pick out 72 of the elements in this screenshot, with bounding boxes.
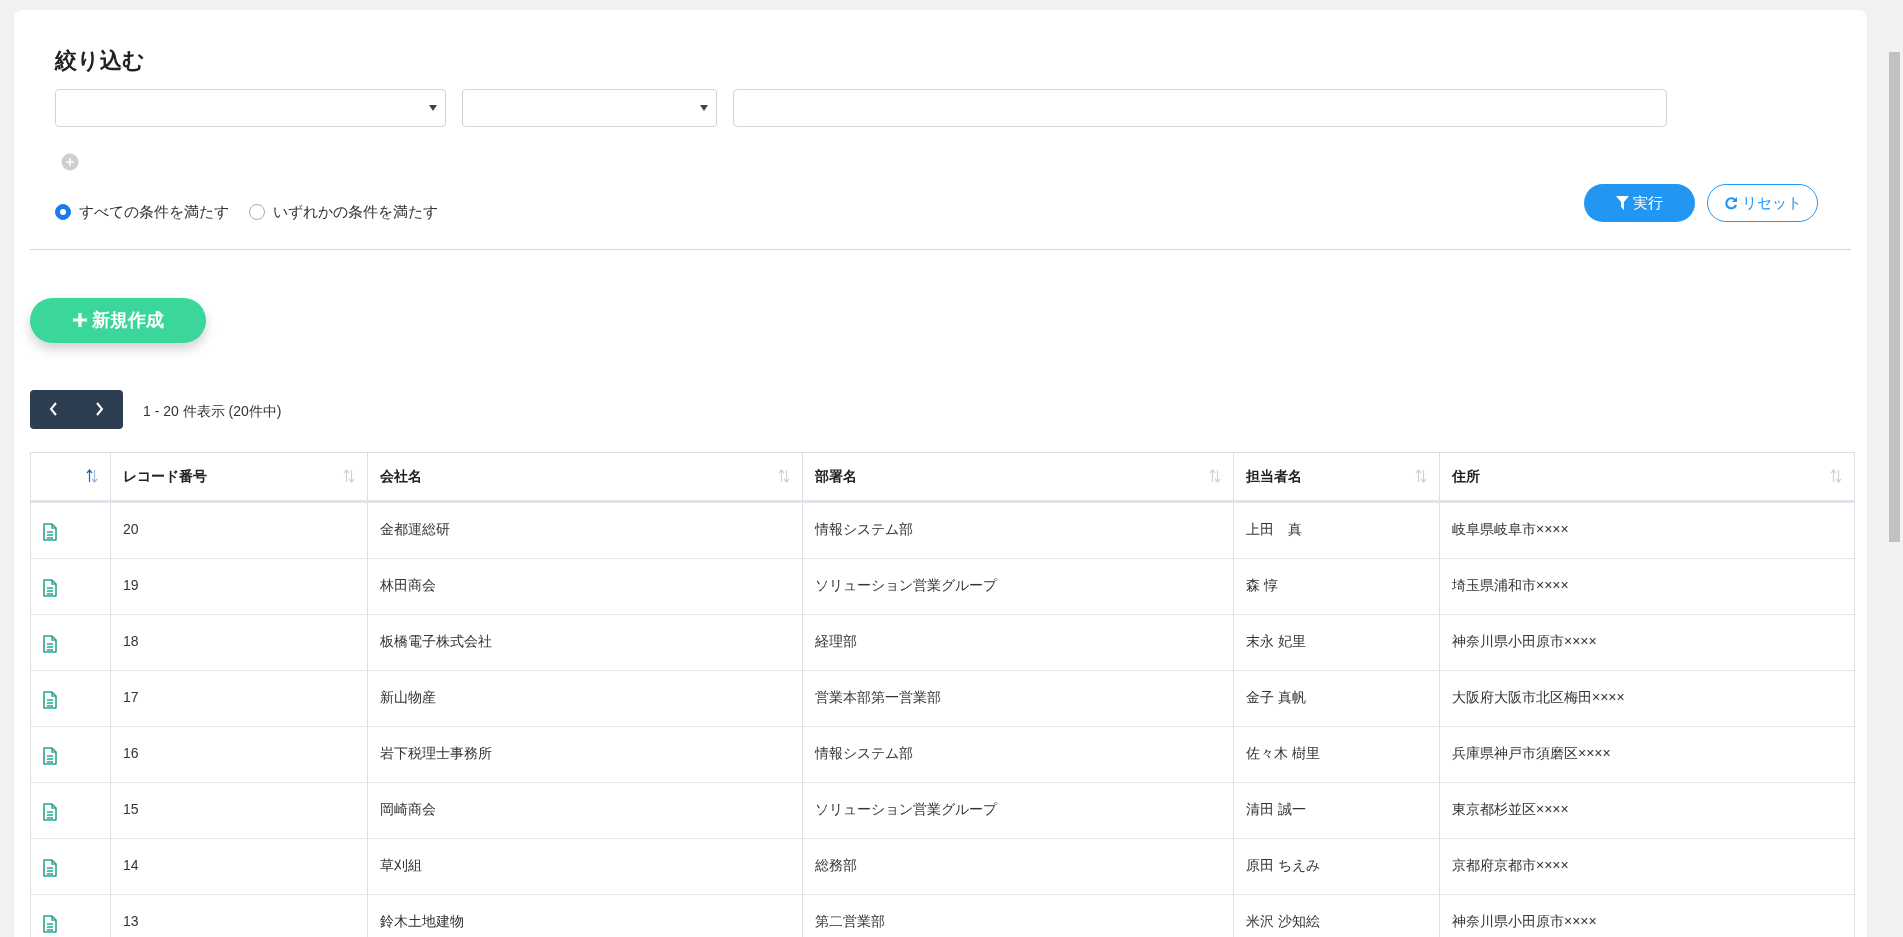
table-cell: 17 — [123, 688, 139, 705]
table-cell: 森 惇 — [1246, 576, 1278, 593]
table-cell: 岩下税理士事務所 — [380, 744, 492, 761]
table-cell: 佐々木 樹里 — [1246, 744, 1320, 761]
column-header[interactable]: 会社名 — [380, 465, 422, 487]
chevron-left-icon — [48, 402, 58, 416]
table-cell: 京都府京都市×××× — [1452, 856, 1569, 873]
page-summary: 1 - 20 件表示 (20件中) — [143, 402, 282, 421]
document-icon[interactable] — [43, 523, 57, 541]
table-cell: 米沢 沙知絵 — [1246, 912, 1320, 929]
sort-icon[interactable] — [86, 469, 98, 483]
table-cell: 清田 誠一 — [1246, 800, 1306, 817]
table-cell: 20 — [123, 520, 139, 537]
select-field[interactable] — [462, 89, 717, 127]
table-cell: 16 — [123, 744, 139, 761]
document-icon[interactable] — [43, 579, 57, 597]
table-cell: 営業本部第一営業部 — [815, 688, 941, 705]
radio-button[interactable] — [55, 204, 71, 221]
column-header[interactable]: 住所 — [1452, 465, 1480, 487]
add-icon[interactable] — [61, 153, 79, 171]
filter-icon — [1616, 196, 1629, 211]
document-icon[interactable] — [43, 635, 57, 653]
scrollbar-thumb[interactable] — [1888, 52, 1900, 542]
chevron-right-icon — [95, 402, 105, 416]
radio-button[interactable] — [249, 204, 265, 221]
table-cell: 兵庫県神戸市須磨区×××× — [1452, 744, 1611, 761]
input-field[interactable] — [733, 89, 1667, 127]
table-cell: 草刈組 — [380, 856, 422, 873]
table-cell: 東京都杉並区×××× — [1452, 800, 1569, 817]
table-cell: 情報システム部 — [815, 520, 913, 537]
caret-icon — [700, 105, 708, 111]
plus-icon — [72, 312, 88, 328]
table-cell: 上田 真 — [1246, 520, 1302, 537]
table-cell: 14 — [123, 856, 139, 873]
table-cell: 神奈川県小田原市×××× — [1452, 632, 1597, 649]
column-header[interactable]: 担当者名 — [1246, 465, 1302, 487]
table-cell: 13 — [123, 912, 139, 929]
filter-title: 絞り込む — [55, 50, 146, 72]
table-cell: 岡崎商会 — [380, 800, 436, 817]
table-cell: 鈴木土地建物 — [380, 912, 464, 929]
table-cell: 18 — [123, 632, 139, 649]
radio-label: いずれかの条件を満たす — [273, 202, 438, 222]
table-cell: 岐阜県岐阜市×××× — [1452, 520, 1569, 537]
table-cell: 林田商会 — [380, 576, 436, 593]
table-cell: 原田 ちえみ — [1246, 856, 1320, 873]
table-cell: 情報システム部 — [815, 744, 913, 761]
select-field[interactable] — [55, 89, 446, 127]
table-cell: 埼玉県浦和市×××× — [1452, 576, 1569, 593]
table-cell: 末永 妃里 — [1246, 632, 1306, 649]
table-cell: 第二営業部 — [815, 912, 885, 929]
radio-label: すべての条件を満たす — [79, 202, 229, 222]
document-icon[interactable] — [43, 859, 57, 877]
column-header[interactable]: 部署名 — [815, 465, 857, 487]
table-cell: 総務部 — [815, 856, 857, 873]
column-header[interactable]: レコード番号 — [123, 465, 207, 487]
table-cell: 金子 真帆 — [1246, 688, 1306, 705]
table-cell: 15 — [123, 800, 139, 817]
table-cell: 19 — [123, 576, 139, 593]
document-icon[interactable] — [43, 803, 57, 821]
table-cell: 大阪府大阪市北区梅田×××× — [1452, 688, 1625, 705]
table-cell: 金都運総研 — [380, 520, 450, 537]
table-cell: 新山物産 — [380, 688, 436, 705]
table-cell: 経理部 — [815, 632, 857, 649]
caret-icon — [429, 105, 437, 111]
document-icon[interactable] — [43, 691, 57, 709]
table-cell: ソリューション営業グループ — [815, 576, 997, 593]
table-cell: 神奈川県小田原市×××× — [1452, 912, 1597, 929]
document-icon[interactable] — [43, 747, 57, 765]
table-cell: 板橋電子株式会社 — [380, 632, 492, 649]
table-cell: ソリューション営業グループ — [815, 800, 997, 817]
document-icon[interactable] — [43, 915, 57, 933]
refresh-icon — [1723, 196, 1738, 211]
